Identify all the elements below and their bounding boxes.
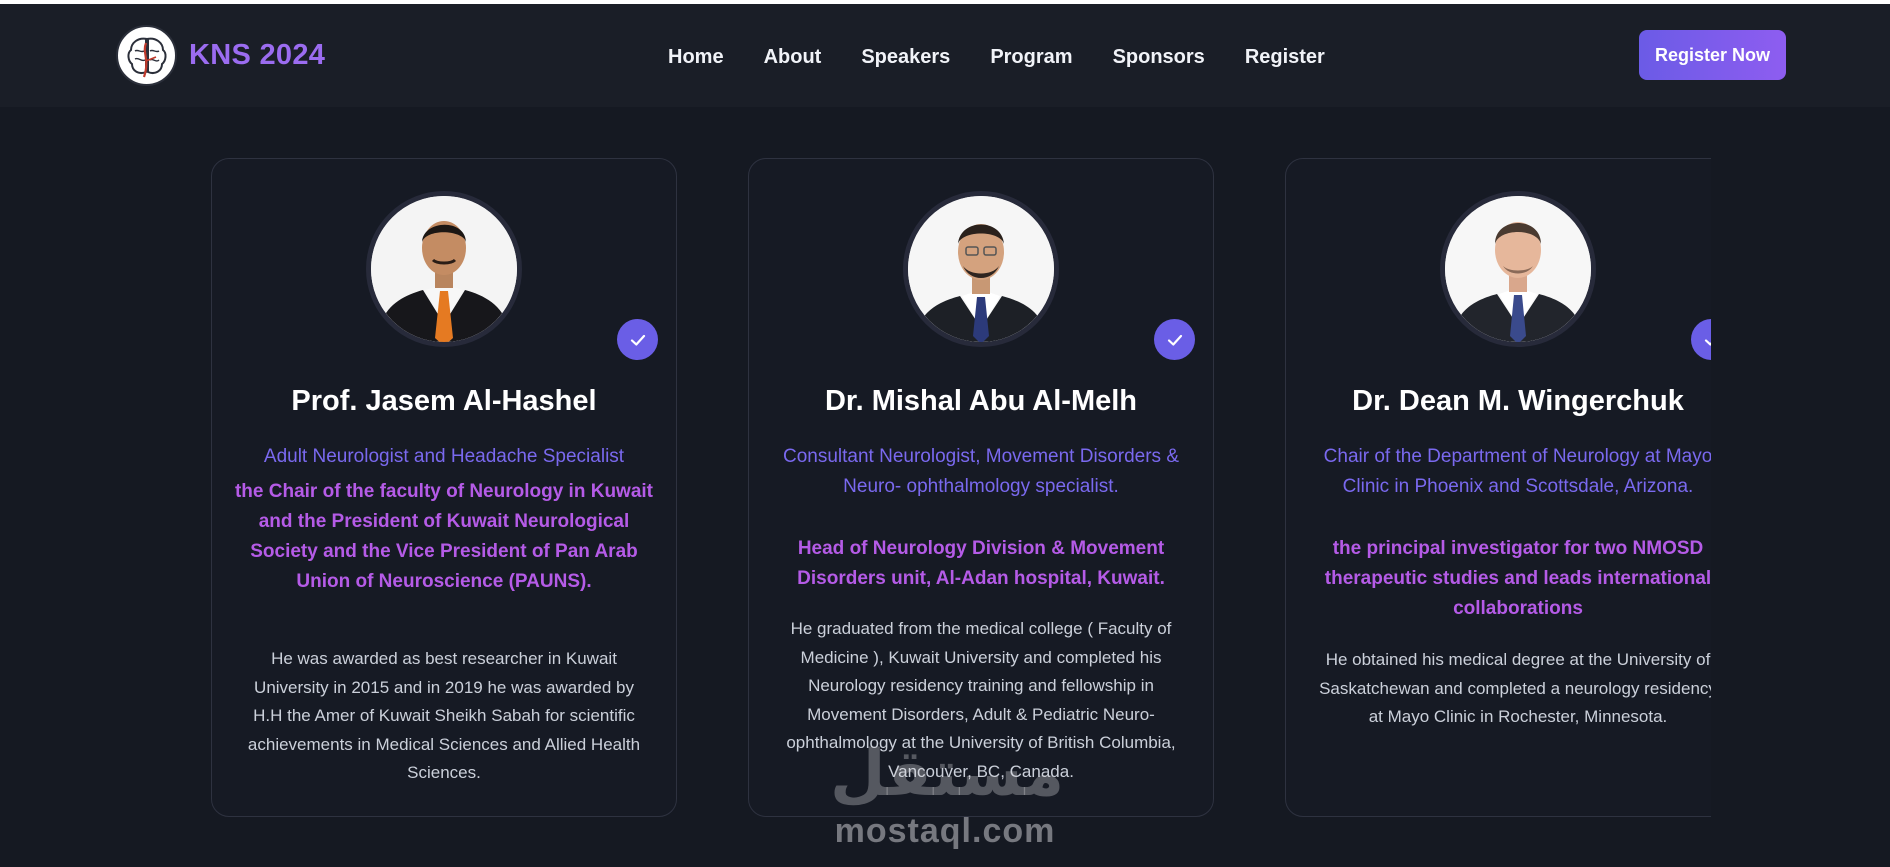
brain-icon (116, 25, 177, 86)
speaker-photo (903, 191, 1059, 347)
speaker-role: Chair of the Department of Neurology at … (1323, 446, 1711, 497)
brand-name: KNS 2024 (189, 39, 326, 71)
speaker-bio: He was awarded as best researcher in Kuw… (247, 649, 641, 782)
nav-sponsors-link[interactable]: Sponsors (1113, 46, 1205, 69)
nav-about-link[interactable]: About (764, 46, 822, 69)
speaker-role: Adult Neurologist and Headache Specialis… (263, 446, 625, 467)
speaker-photo (1440, 191, 1596, 347)
register-now-button[interactable]: Register Now (1639, 30, 1786, 80)
nav-register-link[interactable]: Register (1245, 46, 1325, 69)
speaker-bio: He obtained his medical degree at the Un… (1319, 650, 1711, 726)
speaker-card: Dr. Dean M. Wingerchuk Chair of the Depa… (1285, 158, 1711, 817)
nav-program-link[interactable]: Program (990, 46, 1072, 69)
speaker-role: Consultant Neurologist, Movement Disorde… (782, 446, 1179, 497)
speaker-highlight: Head of Neurology Division & Movement Di… (797, 538, 1165, 589)
speaker-name: Dr. Dean M. Wingerchuk (1352, 385, 1684, 417)
brand[interactable]: KNS 2024 (116, 25, 325, 86)
mostaql-watermark: مستقل mostaql.com (830, 737, 1065, 851)
speaker-highlight: the principal investigator for two NMOSD… (1324, 538, 1711, 619)
speaker-name: Dr. Mishal Abu Al-Melh (824, 385, 1138, 417)
speaker-photo (366, 191, 522, 347)
nav-home-link[interactable]: Home (668, 46, 724, 69)
main-nav: Home About Speakers Program Sponsors Reg… (668, 46, 1365, 69)
speaker-card: Prof. Jasem Al-Hashel Adult Neurologist … (211, 158, 677, 817)
watermark-latin: mostaql.com (834, 812, 1056, 850)
speaker-highlight: the Chair of the faculty of Neurology in… (234, 481, 654, 592)
nav-speakers-link[interactable]: Speakers (861, 46, 950, 69)
speaker-card: Dr. Mishal Abu Al-Melh Consultant Neurol… (748, 158, 1214, 817)
check-icon (617, 319, 658, 360)
watermark-arabic: مستقل (830, 737, 1065, 811)
speaker-name: Prof. Jasem Al-Hashel (291, 385, 597, 417)
check-icon (1691, 319, 1711, 360)
site-header: KNS 2024 Home About Speakers Program Spo… (0, 4, 1890, 107)
check-icon (1154, 319, 1195, 360)
